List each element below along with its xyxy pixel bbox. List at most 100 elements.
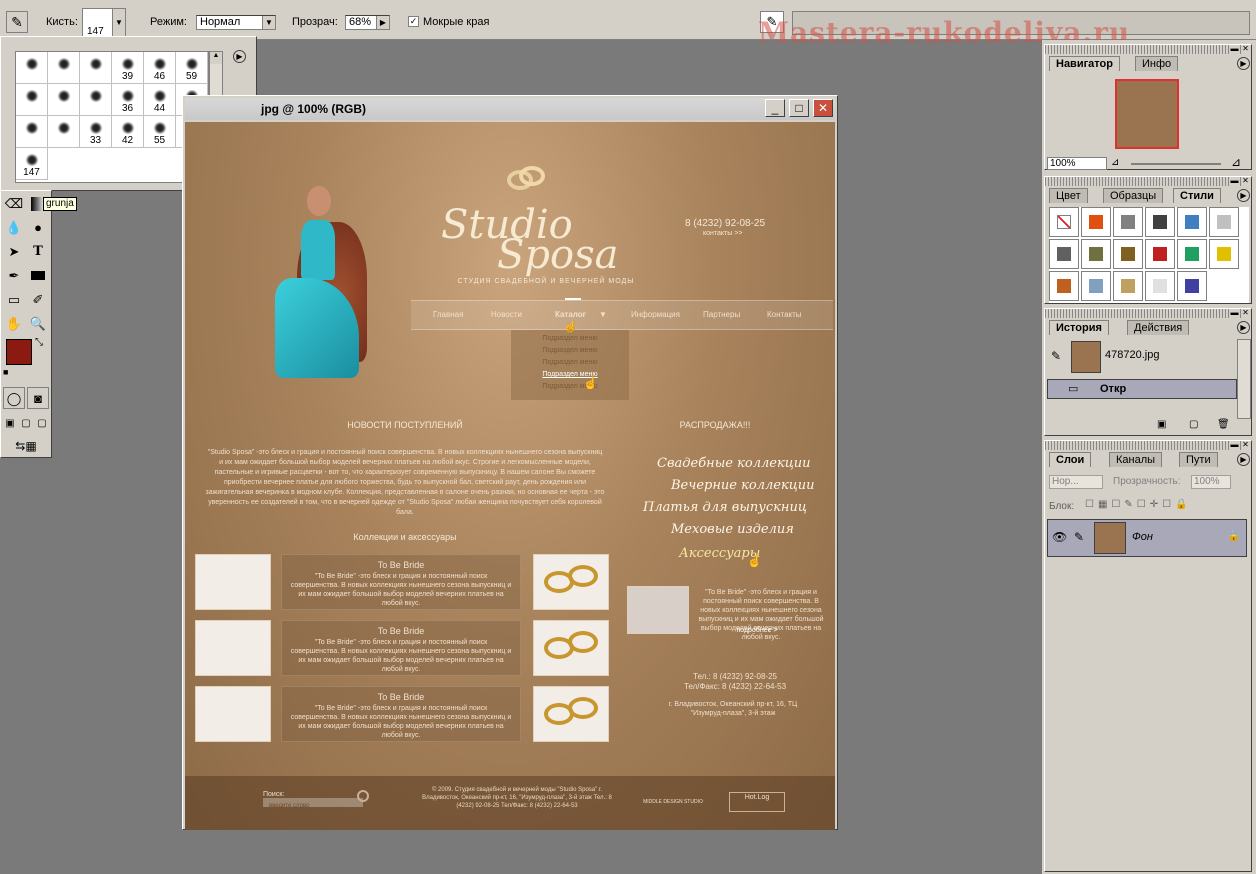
history-state-active[interactable]: ▭ Откр	[1047, 379, 1237, 399]
new-snapshot-icon[interactable]: ▢	[1189, 419, 1198, 430]
nav-item-catalog[interactable]: Каталог	[555, 310, 586, 319]
style-swatch[interactable]	[1081, 207, 1111, 237]
close-icon[interactable]: ✕	[1241, 45, 1250, 54]
style-swatch[interactable]	[1113, 207, 1143, 237]
style-swatch[interactable]	[1049, 207, 1079, 237]
brush-preset[interactable]	[48, 116, 80, 148]
path-select-icon[interactable]: ➤	[3, 241, 25, 263]
panel-grip[interactable]	[1045, 45, 1251, 54]
contacts-link[interactable]: контакты >>	[703, 230, 742, 237]
panel-menu-arrow-icon[interactable]: ▶	[1237, 189, 1250, 202]
submenu-item-active[interactable]: Подраздел меню	[511, 370, 629, 379]
close-icon[interactable]: ▬	[1230, 45, 1239, 54]
maximize-button[interactable]: □	[789, 99, 809, 117]
panel-grip[interactable]	[1045, 177, 1251, 186]
style-swatch[interactable]	[1081, 239, 1111, 269]
burn-icon[interactable]: ●	[27, 217, 49, 239]
nav-item-home[interactable]: Главная	[433, 310, 463, 319]
close-icon[interactable]: ✕	[1241, 177, 1250, 186]
submenu-item[interactable]: Подраздел меню	[511, 334, 629, 343]
quickmask-mode-icon[interactable]: ◙	[27, 387, 49, 409]
tab-actions[interactable]: Действия	[1127, 320, 1190, 335]
brush-preset[interactable]	[16, 116, 48, 148]
style-swatch[interactable]	[1177, 239, 1207, 269]
tab-navigator[interactable]: Навигатор	[1049, 56, 1120, 71]
eraser-icon[interactable]: ⌫	[3, 193, 25, 215]
tab-channels[interactable]: Каналы	[1109, 452, 1163, 467]
layer-opacity-field[interactable]: 100%	[1191, 475, 1231, 489]
submenu-item[interactable]: Подраздел меню	[511, 382, 629, 391]
nav-item-contacts[interactable]: Контакты	[767, 310, 802, 319]
footer-badge[interactable]: Hot.Log	[729, 792, 785, 812]
lock-options-icon[interactable]: ☐▦☐✎☐✛☐🔒	[1085, 499, 1192, 510]
promo-photo[interactable]	[627, 586, 689, 634]
zoom-icon[interactable]: 🔍	[27, 313, 49, 335]
foreground-color-swatch[interactable]	[6, 339, 32, 365]
bride-photo[interactable]	[195, 686, 271, 742]
chevron-down-icon[interactable]: ▼	[112, 9, 125, 37]
bride-photo[interactable]	[195, 554, 271, 610]
collection-card[interactable]: To Be Bride "To Be Bride" -это блеск и г…	[281, 554, 521, 610]
trash-icon[interactable]: 🗑	[1217, 419, 1230, 430]
tab-color[interactable]: Цвет	[1049, 188, 1088, 203]
close-button[interactable]: ✕	[813, 99, 833, 117]
screen-mode-full-black-icon[interactable]: ▢	[34, 413, 50, 435]
chevron-down-icon[interactable]: ▼	[262, 16, 275, 29]
submenu-item[interactable]: Подраздел меню	[511, 346, 629, 355]
zoom-field[interactable]: 100%	[1047, 157, 1107, 170]
rings-photo[interactable]	[533, 554, 609, 610]
swap-colors-icon[interactable]: ⤡	[35, 337, 43, 348]
nav-item-partners[interactable]: Партнеры	[703, 310, 740, 319]
zoom-out-icon[interactable]: ⊿	[1111, 157, 1119, 168]
close-icon[interactable]: ▬	[1230, 177, 1239, 186]
brush-preset[interactable]	[80, 84, 112, 116]
type-icon[interactable]: T	[27, 241, 49, 263]
zoom-in-icon[interactable]: ⊿	[1231, 155, 1241, 169]
panel-grip[interactable]	[1045, 441, 1251, 450]
brush-preset[interactable]	[16, 52, 48, 84]
blend-mode-select[interactable]: Нор...	[1049, 475, 1103, 489]
close-icon[interactable]: ▬	[1230, 309, 1239, 318]
brush-preset[interactable]	[48, 52, 80, 84]
sale-link[interactable]: Меховые изделия	[671, 522, 794, 537]
rings-photo[interactable]	[533, 686, 609, 742]
scroll-up-icon[interactable]: ▲	[210, 52, 222, 64]
brush-preset[interactable]: 59	[176, 52, 208, 84]
canvas[interactable]: Studio Sposa СТУДИЯ СВАДЕБНОЙ И ВЕЧЕРНЕЙ…	[185, 122, 835, 830]
pen-icon[interactable]: ✒	[3, 265, 25, 287]
style-swatch[interactable]	[1113, 239, 1143, 269]
rectangle-icon[interactable]	[27, 265, 49, 287]
history-snapshot[interactable]: ✎ 478720.jpg	[1047, 339, 1237, 375]
chevron-right-icon[interactable]: ▶	[376, 16, 389, 29]
style-swatch[interactable]	[1081, 271, 1111, 301]
search-icon[interactable]	[357, 790, 369, 802]
eyedropper-icon[interactable]: ✐	[27, 289, 49, 311]
style-swatch[interactable]	[1113, 271, 1143, 301]
close-icon[interactable]: ✕	[1241, 441, 1250, 450]
standard-mode-icon[interactable]: ◯	[3, 387, 25, 409]
footer-search-input[interactable]: введите слово	[263, 798, 363, 809]
sale-link[interactable]: Свадебные коллекции	[657, 456, 811, 471]
sale-link[interactable]: Платья для выпускниц	[643, 500, 807, 515]
new-document-icon[interactable]: ▣	[1157, 419, 1166, 430]
tab-paths[interactable]: Пути	[1179, 452, 1218, 467]
eye-icon[interactable]: 👁	[1052, 530, 1067, 544]
panel-grip[interactable]	[1045, 309, 1251, 318]
tab-history[interactable]: История	[1049, 320, 1109, 335]
tab-styles[interactable]: Стили	[1173, 188, 1221, 203]
history-scrollbar[interactable]	[1237, 339, 1251, 419]
popup-menu-arrow-icon[interactable]: ▶	[233, 50, 246, 63]
panel-menu-arrow-icon[interactable]: ▶	[1237, 321, 1250, 334]
tab-layers[interactable]: Слои	[1049, 452, 1092, 467]
document-title[interactable]: jpg @ 100% (RGB)	[185, 98, 835, 120]
wet-edges-checkbox[interactable]: ✓	[408, 16, 419, 27]
panel-menu-arrow-icon[interactable]: ▶	[1237, 453, 1250, 466]
brush-link-icon[interactable]: ✎	[1074, 530, 1084, 544]
brush-tool-icon[interactable]: ✎	[6, 11, 28, 33]
jump-to-imageready-icon[interactable]: ⇆▦	[3, 435, 49, 457]
mode-select[interactable]: Нормал ▼	[196, 15, 276, 30]
brush-preset[interactable]: 39	[112, 52, 144, 84]
close-icon[interactable]: ✕	[1241, 309, 1250, 318]
brush-preset[interactable]	[80, 52, 112, 84]
navigator-thumbnail[interactable]	[1115, 79, 1179, 149]
